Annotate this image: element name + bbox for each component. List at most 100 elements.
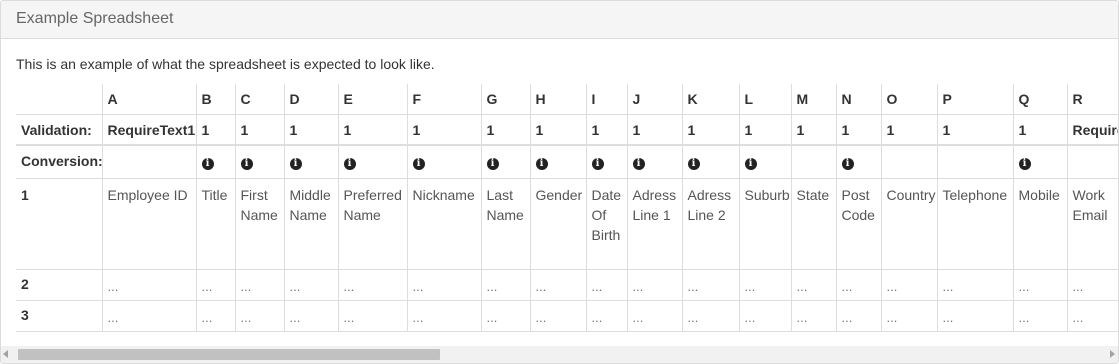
scroll-right-arrow-icon[interactable] [1110, 350, 1115, 358]
column-letter-c: C [234, 84, 285, 115]
info-circle-icon[interactable]: i [412, 158, 425, 170]
column-letter-m: M [790, 84, 837, 115]
conversion-cell-k: i [681, 144, 740, 179]
column-letter-e: E [337, 84, 408, 115]
info-circle-icon[interactable]: i [201, 158, 214, 170]
validation-cell-d: 1 [283, 113, 339, 146]
scroll-left-arrow-icon[interactable] [3, 350, 8, 358]
placeholder-cell: ... [406, 268, 482, 301]
placeholder-cell: ... [585, 268, 628, 301]
spreadsheet-scroll-area[interactable]: ABCDEFGHIJKLMNOPQR Validation: RequireTe… [16, 84, 1118, 334]
column-letter-l: L [738, 84, 792, 115]
info-circle-icon[interactable]: i [486, 158, 499, 170]
info-circle-icon[interactable]: i [289, 158, 302, 170]
column-letter-a: A [101, 84, 197, 115]
column-letter-h: H [529, 84, 587, 115]
info-circle-icon[interactable]: i [343, 158, 356, 170]
placeholder-cell: ... [738, 299, 792, 332]
info-circle-icon[interactable]: i [687, 158, 700, 170]
column-letter-r: R [1066, 84, 1118, 115]
row-number: 2 [16, 268, 103, 301]
column-letter-f: F [406, 84, 482, 115]
validation-cell-n: 1 [835, 113, 882, 146]
info-circle-icon[interactable]: i [744, 158, 757, 170]
column-header-p: Telephone [936, 177, 1014, 270]
placeholder-cell: ... [234, 268, 285, 301]
placeholder-cell: ... [480, 268, 531, 301]
column-letter-k: K [681, 84, 740, 115]
column-header-r: Work Email [1066, 177, 1118, 270]
validation-row: Validation: RequireText1 1 1 1 1 1 1 1 1 1 1 1 1 1 1 1 1… [16, 113, 1118, 146]
placeholder-cell: ... [1012, 268, 1068, 301]
placeholder-cell: ... [738, 268, 792, 301]
column-header-b: Title [195, 177, 236, 270]
placeholder-cell: ... [406, 299, 482, 332]
conversion-cell-j: i [626, 144, 683, 179]
placeholder-cell: ... [1066, 299, 1118, 332]
column-header-f: Nickname [406, 177, 482, 270]
conversion-cell-i: i [585, 144, 628, 179]
placeholder-cell: ... [480, 299, 531, 332]
conversion-cell-q: i [1012, 144, 1068, 179]
conversion-cell-o [880, 144, 938, 179]
validation-cell-b: 1 [195, 113, 236, 146]
placeholder-cell: ... [1012, 299, 1068, 332]
info-circle-icon[interactable]: i [1018, 158, 1031, 170]
placeholder-cell: ... [337, 268, 408, 301]
placeholder-cell: ... [195, 268, 236, 301]
column-header-j: Adress Line 1 [626, 177, 683, 270]
validation-cell-f: 1 [406, 113, 482, 146]
validation-label: Validation: [16, 113, 103, 146]
placeholder-cell: ... [234, 299, 285, 332]
column-letter-q: Q [1012, 84, 1068, 115]
info-circle-icon[interactable]: i [841, 158, 854, 170]
conversion-cell-n: i [835, 144, 882, 179]
info-circle-icon[interactable]: i [632, 158, 645, 170]
column-header-c: First Name [234, 177, 285, 270]
column-header-l: Suburb [738, 177, 792, 270]
panel-title: Example Spreadsheet [1, 1, 1118, 39]
column-header-m: State [790, 177, 837, 270]
conversion-cell-p [936, 144, 1014, 179]
placeholder-cell: ... [835, 299, 882, 332]
conversion-cell-g: i [480, 144, 531, 179]
validation-cell-a: RequireText1 [101, 113, 197, 146]
header-row: 1 Employee ID Title First Name Middle Name P… [16, 177, 1118, 270]
scrollbar-thumb[interactable] [18, 349, 440, 360]
row-number: 1 [16, 177, 103, 270]
column-letter-p: P [936, 84, 1014, 115]
conversion-cell-l: i [738, 144, 792, 179]
validation-cell-m: 1 [790, 113, 837, 146]
validation-cell-k: 1 [681, 113, 740, 146]
conversion-cell-r [1066, 144, 1118, 179]
validation-cell-j: 1 [626, 113, 683, 146]
validation-cell-l: 1 [738, 113, 792, 146]
column-header-k: Adress Line 2 [681, 177, 740, 270]
example-spreadsheet-panel: Example Spreadsheet This is an example o… [0, 0, 1119, 364]
row-number: 3 [16, 299, 103, 332]
validation-cell-q: 1 [1012, 113, 1068, 146]
info-circle-icon[interactable]: i [240, 158, 253, 170]
placeholder-cell: ... [880, 299, 938, 332]
info-circle-icon[interactable]: i [535, 158, 548, 170]
conversion-cell-d: i [283, 144, 339, 179]
validation-cell-i: 1 [585, 113, 628, 146]
conversion-cell-f: i [406, 144, 482, 179]
column-header-q: Mobile [1012, 177, 1068, 270]
corner-cell [16, 84, 103, 115]
conversion-cell-e: i [337, 144, 408, 179]
placeholder-cell: ... [681, 299, 740, 332]
column-letter-i: I [585, 84, 628, 115]
validation-cell-g: 1 [480, 113, 531, 146]
conversion-cell-h: i [529, 144, 587, 179]
column-header-h: Gender [529, 177, 587, 270]
example-spreadsheet-table: ABCDEFGHIJKLMNOPQR Validation: RequireTe… [16, 84, 1118, 332]
info-circle-icon[interactable]: i [591, 158, 604, 170]
placeholder-cell: ... [936, 299, 1014, 332]
placeholder-cell: ... [790, 268, 837, 301]
placeholder-cell: ... [101, 268, 197, 301]
horizontal-scrollbar[interactable] [1, 346, 1118, 363]
placeholder-cell: ... [337, 299, 408, 332]
placeholder-cell: ... [790, 299, 837, 332]
column-header-d: Middle Name [283, 177, 339, 270]
